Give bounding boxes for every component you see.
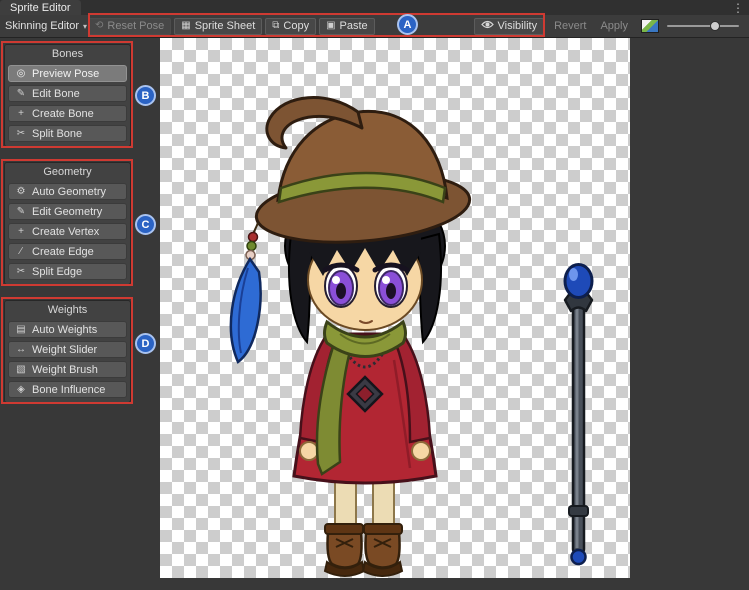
auto-geometry-button[interactable]: ⚙ Auto Geometry (8, 183, 127, 200)
tab-title: Sprite Editor (10, 2, 71, 14)
mode-dropdown-label: Skinning Editor (5, 20, 79, 32)
split-bone-label: Split Bone (32, 128, 82, 140)
slider-track (667, 25, 739, 27)
annotation-badge-d: D (135, 333, 156, 354)
preview-pose-icon: ◎ (15, 69, 27, 79)
sprite-editor-tab[interactable]: Sprite Editor (0, 0, 81, 15)
split-edge-icon: ✂ (15, 267, 27, 277)
weight-slider-button[interactable]: ↔ Weight Slider (8, 341, 127, 358)
geometry-panel: Geometry ⚙ Auto Geometry ✎ Edit Geometry… (4, 162, 131, 285)
split-edge-button[interactable]: ✂ Split Edge (8, 263, 127, 280)
auto-geometry-label: Auto Geometry (32, 186, 106, 198)
split-edge-label: Split Edge (32, 266, 82, 278)
copy-button[interactable]: ⧉ Copy (265, 18, 316, 35)
annotation-badge-c: C (135, 214, 156, 235)
weights-panel: Weights ▤ Auto Weights ↔ Weight Slider ▧… (4, 300, 131, 403)
create-vertex-icon: + (15, 227, 27, 237)
edit-geometry-button[interactable]: ✎ Edit Geometry (8, 203, 127, 220)
geometry-panel-title: Geometry (8, 165, 127, 180)
bones-panel-title: Bones (8, 47, 127, 62)
reset-pose-icon: ⟲ (95, 21, 103, 31)
paste-button[interactable]: ▣ Paste (319, 18, 375, 35)
create-edge-button[interactable]: ∕ Create Edge (8, 243, 127, 260)
create-bone-button[interactable]: + Create Bone (8, 105, 127, 122)
sprite-editor-window: Sprite Editor ⋮ Skinning Editor ▾ ⟲ Rese… (0, 0, 749, 590)
paste-label: Paste (340, 20, 368, 32)
weight-slider-label: Weight Slider (32, 344, 97, 356)
auto-geometry-icon: ⚙ (15, 187, 27, 197)
auto-weights-button[interactable]: ▤ Auto Weights (8, 321, 127, 338)
visibility-label: Visibility (498, 20, 538, 32)
sprite-sheet-icon: ▦ (181, 21, 190, 31)
create-vertex-label: Create Vertex (32, 226, 99, 238)
edit-geometry-icon: ✎ (15, 207, 27, 217)
create-bone-label: Create Bone (32, 108, 94, 120)
reset-pose-button[interactable]: ⟲ Reset Pose (88, 18, 171, 35)
sprite-sheet-button[interactable]: ▦ Sprite Sheet (174, 18, 262, 35)
staff-sprite (565, 265, 592, 565)
bone-influence-button[interactable]: ◈ Bone Influence (8, 381, 127, 398)
create-vertex-button[interactable]: + Create Vertex (8, 223, 127, 240)
weight-brush-label: Weight Brush (32, 364, 98, 376)
split-bone-icon: ✂ (15, 129, 27, 139)
copy-label: Copy (283, 20, 309, 32)
reset-pose-label: Reset Pose (107, 20, 164, 32)
preview-pose-button[interactable]: ◎ Preview Pose (8, 65, 127, 82)
apply-button[interactable]: Apply (600, 20, 628, 32)
sprite-sheet-label: Sprite Sheet (195, 20, 256, 32)
slider-knob[interactable] (710, 21, 720, 31)
overlay-opacity-slider[interactable] (667, 19, 739, 33)
sprite-canvas[interactable] (160, 38, 630, 578)
edit-geometry-label: Edit Geometry (32, 206, 102, 218)
auto-weights-label: Auto Weights (32, 324, 97, 336)
weights-panel-title: Weights (8, 303, 127, 318)
mode-dropdown[interactable]: Skinning Editor ▾ (5, 20, 88, 32)
chevron-down-icon: ▾ (83, 22, 87, 31)
edit-bone-label: Edit Bone (32, 88, 80, 100)
bones-panel: Bones ◎ Preview Pose ✎ Edit Bone + Creat… (4, 44, 131, 147)
visibility-button[interactable]: Visibility (474, 18, 545, 35)
character-sprite (231, 98, 473, 576)
weight-brush-icon: ▧ (15, 365, 27, 375)
texture-preview-icon[interactable] (641, 19, 659, 33)
edit-bone-icon: ✎ (15, 89, 27, 99)
canvas-art (160, 38, 630, 578)
bone-influence-icon: ◈ (15, 385, 27, 395)
revert-button[interactable]: Revert (554, 20, 586, 32)
bone-influence-label: Bone Influence (32, 384, 105, 396)
create-edge-icon: ∕ (15, 247, 27, 257)
paste-icon: ▣ (326, 21, 335, 31)
create-edge-label: Create Edge (32, 246, 94, 258)
eye-icon (481, 20, 494, 32)
titlebar: Sprite Editor ⋮ (0, 0, 749, 15)
create-bone-icon: + (15, 109, 27, 119)
window-menu-icon[interactable]: ⋮ (732, 0, 744, 15)
copy-icon: ⧉ (272, 21, 279, 31)
split-bone-button[interactable]: ✂ Split Bone (8, 125, 127, 142)
auto-weights-icon: ▤ (15, 325, 27, 335)
annotation-badge-b: B (135, 85, 156, 106)
weight-brush-button[interactable]: ▧ Weight Brush (8, 361, 127, 378)
weight-slider-icon: ↔ (15, 345, 27, 355)
toolbar: Skinning Editor ▾ ⟲ Reset Pose ▦ Sprite … (0, 15, 749, 38)
preview-pose-label: Preview Pose (32, 68, 99, 80)
edit-bone-button[interactable]: ✎ Edit Bone (8, 85, 127, 102)
